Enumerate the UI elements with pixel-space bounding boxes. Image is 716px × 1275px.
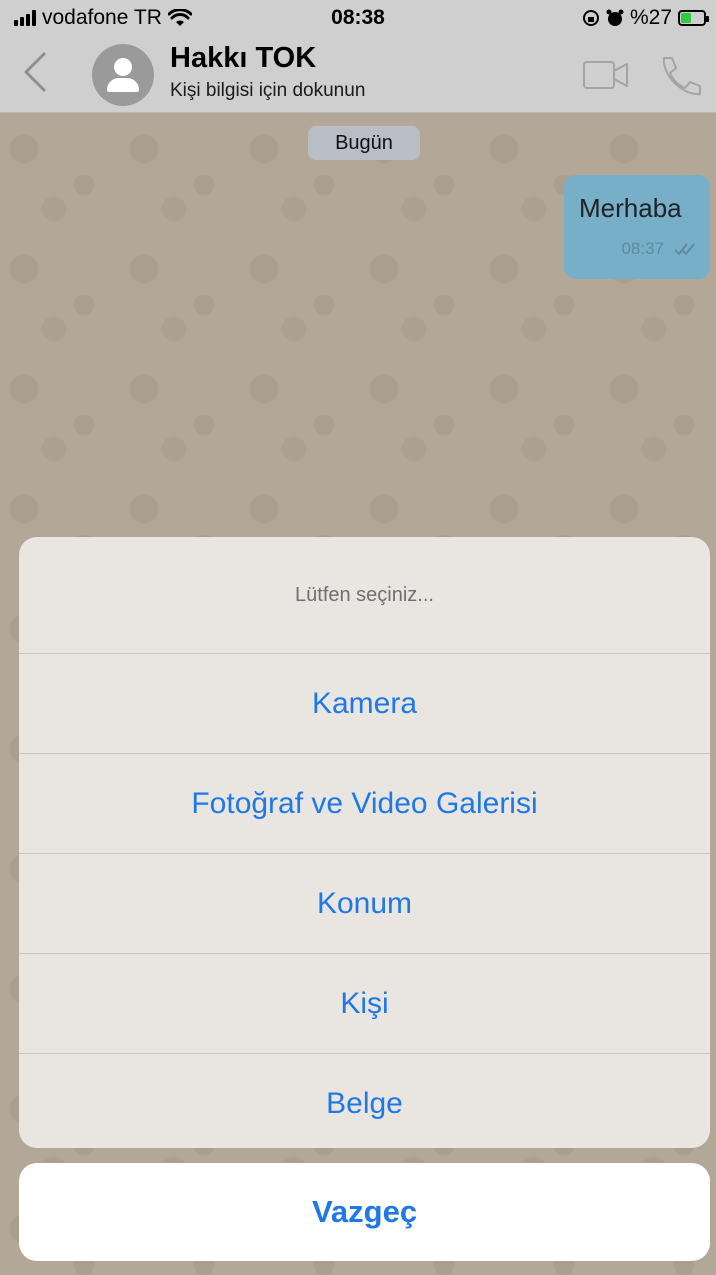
date-separator: Bugün — [308, 126, 420, 160]
action-sheet: Lütfen seçiniz... Kamera Fotoğraf ve Vid… — [19, 537, 710, 1148]
back-button[interactable] — [20, 50, 60, 98]
video-call-icon[interactable] — [582, 58, 630, 92]
option-contact[interactable]: Kişi — [19, 954, 710, 1054]
message-text: Merhaba — [579, 193, 682, 223]
status-bar: vodafone TR 08:38 %27 — [0, 0, 716, 36]
status-right: %27 — [582, 6, 709, 30]
alarm-icon — [606, 9, 624, 26]
orientation-lock-icon — [582, 10, 599, 26]
contact-info-hint[interactable]: Kişi bilgisi için dokunun — [170, 80, 365, 102]
option-photo-video-gallery[interactable]: Fotoğraf ve Video Galerisi — [19, 754, 710, 854]
message-meta: 08:37 — [621, 239, 696, 259]
action-sheet-title: Lütfen seçiniz... — [19, 537, 710, 654]
phone-icon[interactable] — [654, 54, 704, 98]
message-time: 08:37 — [621, 239, 664, 258]
double-check-icon — [674, 243, 695, 256]
chat-header: Hakkı TOK Kişi bilgisi için dokunun — [0, 36, 716, 113]
option-location[interactable]: Konum — [19, 854, 710, 954]
outgoing-message-bubble[interactable]: Merhaba 08:37 — [564, 175, 710, 279]
chevron-left-icon — [24, 52, 46, 92]
battery-icon — [678, 10, 709, 26]
option-camera[interactable]: Kamera — [19, 654, 710, 754]
contact-name[interactable]: Hakkı TOK — [170, 42, 316, 75]
avatar[interactable] — [92, 44, 154, 106]
battery-percent: %27 — [629, 6, 672, 29]
cancel-button[interactable]: Vazgeç — [19, 1163, 710, 1261]
option-document[interactable]: Belge — [19, 1054, 710, 1148]
